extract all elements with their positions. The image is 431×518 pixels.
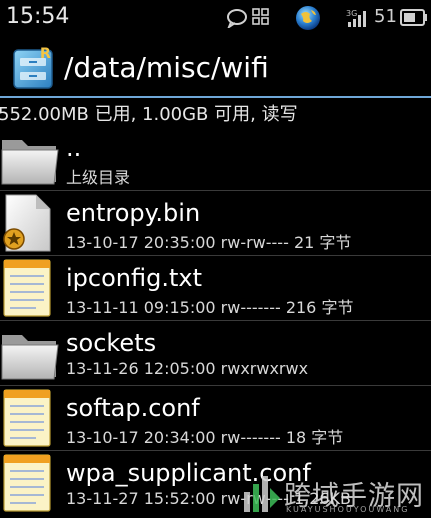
title-bar: R /data/misc/wifi (0, 36, 431, 96)
file-name: ipconfig.txt (66, 264, 202, 292)
list-item-ipconfig-txt[interactable]: ipconfig.txt 13-11-11 09:15:00 rw-------… (0, 256, 431, 321)
svg-text:R: R (40, 46, 51, 62)
file-meta: 13-11-26 12:05:00 rwxrwxrwx (66, 359, 309, 378)
battery-icon (400, 9, 427, 26)
current-path: /data/misc/wifi (64, 51, 269, 84)
list-item-entropy-bin[interactable]: entropy.bin 13-10-17 20:35:00 rw-rw---- … (0, 191, 431, 256)
svg-text:3G: 3G (346, 9, 357, 18)
text-file-icon (3, 259, 51, 317)
file-meta: 13-11-11 09:15:00 rw------- 216 字节 (66, 298, 354, 317)
file-manager-app-icon[interactable]: R (12, 44, 56, 90)
watermark-logo-icon (244, 476, 280, 512)
binary-file-icon (3, 194, 51, 252)
battery-level: 51 (374, 6, 397, 27)
chat-bubble-icon (227, 9, 247, 28)
file-name: .. (66, 134, 82, 162)
signal-icon: 3G (346, 9, 366, 27)
watermark: 跨域手游网 KUAYUSHOUYOUWANG (236, 470, 426, 516)
file-meta: 13-10-17 20:35:00 rw-rw---- 21 字节 (66, 233, 352, 252)
list-item-softap-conf[interactable]: softap.conf 13-10-17 20:34:00 rw------- … (0, 386, 431, 451)
file-name: sockets (66, 329, 157, 357)
status-bar: 15:54 3G 51 (0, 0, 431, 36)
list-item-sockets[interactable]: sockets 13-11-26 12:05:00 rwxrwxrwx (0, 321, 431, 386)
folder-icon (1, 335, 59, 380)
file-meta: 13-10-17 20:34:00 rw------- 18 字节 (66, 428, 344, 447)
title-divider (0, 96, 431, 98)
storage-info: 552.00MB 已用, 1.00GB 可用, 读写 (0, 104, 298, 125)
file-meta: 上级目录 (66, 168, 131, 187)
text-file-icon (3, 454, 51, 512)
grid-icon (252, 8, 269, 25)
file-name: softap.conf (66, 394, 200, 422)
file-name: entropy.bin (66, 199, 201, 227)
folder-icon (1, 140, 59, 185)
status-time: 15:54 (6, 4, 70, 29)
watermark-subtext: KUAYUSHOUYOUWANG (286, 505, 410, 514)
text-file-icon (3, 389, 51, 447)
list-item-parent-directory[interactable]: .. 上级目录 (0, 126, 431, 191)
globe-icon (296, 6, 320, 30)
